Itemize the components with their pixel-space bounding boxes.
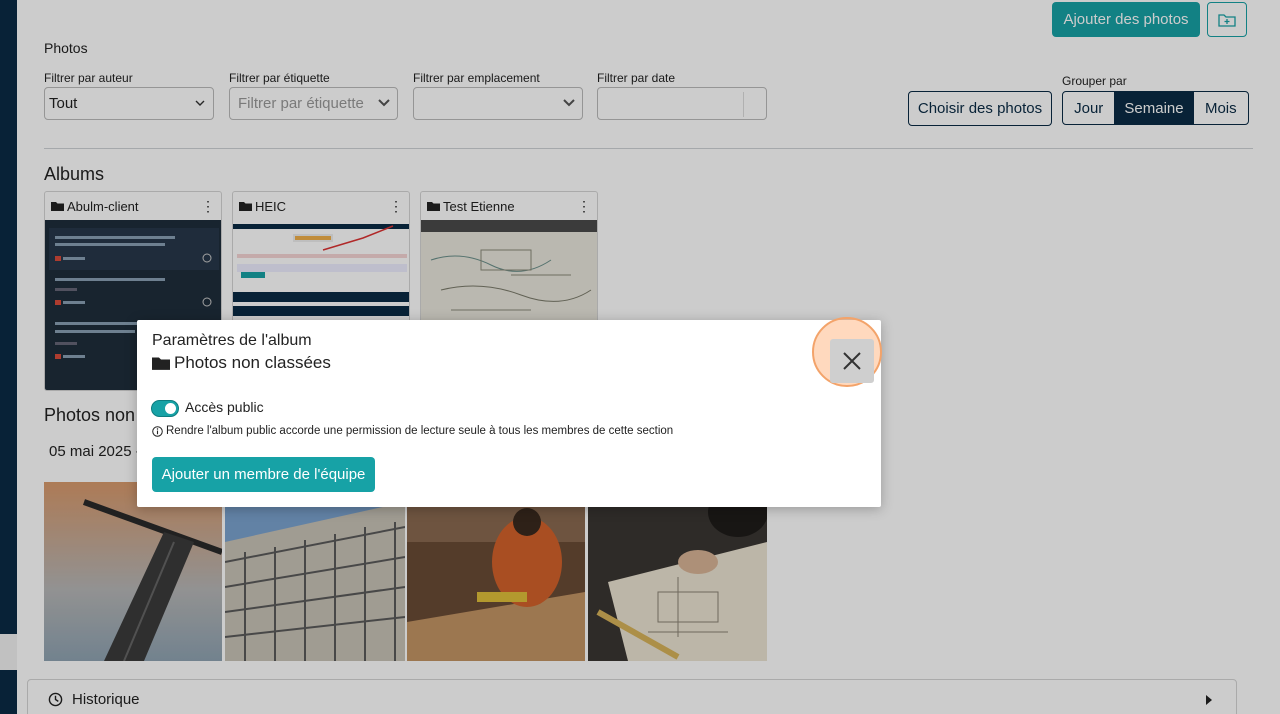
info-text: Rendre l'album public accorde une permis… [166,425,674,437]
close-button[interactable] [830,339,874,383]
close-icon [843,352,861,370]
album-settings-modal: Paramètres de l'album Photos non classée… [137,320,881,507]
public-access-label: Accès public [185,399,264,415]
album-name-text: Photos non classées [174,353,331,372]
info-icon [152,425,163,437]
public-access-info: Rendre l'album public accorde une permis… [152,425,673,437]
modal-album-name: Photos non classées [152,353,331,373]
public-access-toggle[interactable] [151,400,179,417]
folder-icon [152,357,170,370]
add-team-member-button[interactable]: Ajouter un membre de l'équipe [152,457,375,492]
modal-title: Paramètres de l'album [152,332,312,349]
